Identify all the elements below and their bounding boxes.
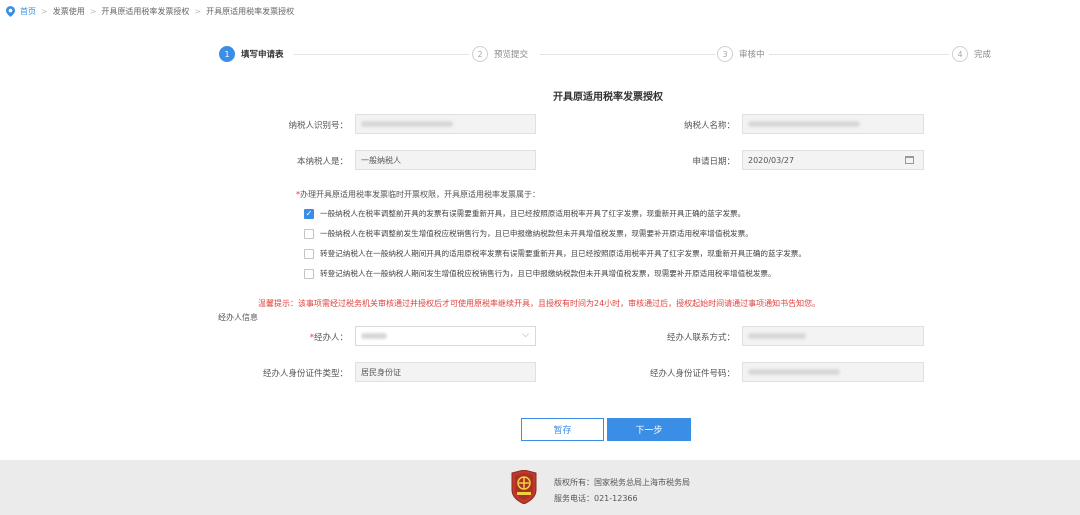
step-number: 2 bbox=[472, 46, 488, 62]
option-label: 一般纳税人在税率调整前开具的发票有误需要重新开具，且已经按照原适用税率开具了红字… bbox=[320, 209, 746, 218]
option-label: 转登记纳税人在一般纳税人期间开具的适用原税率发票有误需要重新开具，且已经按照原适… bbox=[320, 249, 806, 258]
taxpayer-id-label: 纳税人识别号： bbox=[288, 121, 348, 131]
breadcrumb-separator: > bbox=[41, 7, 48, 16]
option-item[interactable]: 一般纳税人在税率调整前发生增值税应税销售行为，且已申报缴纳税款但未开具增值税发票… bbox=[304, 228, 753, 239]
step-label: 完成 bbox=[974, 50, 992, 60]
agent-id-type-field[interactable]: 居民身份证 bbox=[355, 362, 536, 382]
breadcrumb-home-link[interactable]: 首页 bbox=[20, 6, 36, 17]
option-label: 转登记纳税人在一般纳税人期间发生增值税应税销售行为，且已申报缴纳税款但未开具增值… bbox=[320, 269, 776, 278]
step-connector bbox=[540, 54, 715, 55]
option-item[interactable]: 转登记纳税人在一般纳税人期间发生增值税应税销售行为，且已申报缴纳税款但未开具增值… bbox=[304, 268, 776, 279]
breadcrumb-authorization-link[interactable]: 开具原适用税率发票授权 bbox=[101, 6, 189, 17]
breadcrumb: 首页 > 发票使用 > 开具原适用税率发票授权 > 开具原适用税率发票授权 bbox=[6, 6, 294, 17]
step-number: 3 bbox=[717, 46, 733, 62]
chevron-down-icon[interactable]: ⌵ bbox=[522, 330, 529, 340]
question-text: 办理开具原适用税率发票临时开票权限，开具原适用税率发票属于： bbox=[300, 190, 540, 199]
step-label: 预览提交 bbox=[494, 50, 529, 60]
redacted-value bbox=[361, 333, 387, 339]
agent-select[interactable]: ⌵ bbox=[355, 326, 536, 346]
breadcrumb-separator: > bbox=[194, 7, 202, 16]
taxpayer-type-label: 本纳税人是： bbox=[296, 157, 348, 167]
taxpayer-name-field[interactable] bbox=[742, 114, 924, 134]
redacted-value bbox=[361, 121, 453, 127]
breadcrumb-separator: > bbox=[89, 7, 97, 16]
warning-notice: 温馨提示：该事项需经过税务机关审核通过并授权后才可使用原税率继续开具，且授权有时… bbox=[258, 299, 821, 308]
apply-date-field[interactable]: 2020/03/27 bbox=[742, 150, 924, 170]
checkbox-checked-icon[interactable]: ✓ bbox=[304, 208, 314, 219]
option-label: 一般纳税人在税率调整前发生增值税应税销售行为，且已申报缴纳税款但未开具增值税发票… bbox=[320, 229, 753, 238]
option-item[interactable]: ✓ 一般纳税人在税率调整前开具的发票有误需要重新开具，且已经按照原适用税率开具了… bbox=[304, 208, 745, 219]
save-draft-button[interactable]: 暂存 bbox=[521, 418, 604, 441]
step-label: 填写申请表 bbox=[241, 50, 284, 60]
tax-bureau-emblem-icon bbox=[511, 470, 537, 504]
footer-copyright: 版权所有：国家税务总局上海市税务局 bbox=[554, 478, 690, 487]
agent-label-text: 经办人： bbox=[313, 333, 348, 343]
step-fill-form: 1 填写申请表 bbox=[219, 46, 284, 62]
step-number: 4 bbox=[952, 46, 968, 62]
step-label: 审核中 bbox=[739, 50, 765, 60]
agent-contact-label: 经办人联系方式： bbox=[666, 333, 735, 343]
authorization-question: *办理开具原适用税率发票临时开票权限，开具原适用税率发票属于： bbox=[296, 189, 540, 200]
agent-id-number-label: 经办人身份证件号码： bbox=[649, 369, 735, 379]
page-footer: 版权所有：国家税务总局上海市税务局 服务电话：021-12366 bbox=[0, 460, 1080, 515]
option-item[interactable]: 转登记纳税人在一般纳税人期间开具的适用原税率发票有误需要重新开具，且已经按照原适… bbox=[304, 248, 806, 259]
step-reviewing: 3 审核中 bbox=[717, 46, 765, 62]
footer-phone: 服务电话：021-12366 bbox=[554, 494, 638, 503]
redacted-value bbox=[748, 333, 806, 339]
agent-id-type-label: 经办人身份证件类型： bbox=[262, 369, 348, 379]
location-pin-icon bbox=[6, 6, 15, 17]
checkbox-icon[interactable] bbox=[304, 248, 314, 259]
step-connector bbox=[294, 54, 469, 55]
breadcrumb-current-page: 开具原适用税率发票授权 bbox=[206, 7, 295, 16]
taxpayer-type-field[interactable]: 一般纳税人 bbox=[355, 150, 536, 170]
checkbox-icon[interactable] bbox=[304, 268, 314, 279]
next-step-button[interactable]: 下一步 bbox=[607, 418, 691, 441]
form-title: 开具原适用税率发票授权 bbox=[553, 92, 663, 103]
calendar-icon[interactable] bbox=[905, 156, 914, 164]
breadcrumb-invoice-use-link[interactable]: 发票使用 bbox=[53, 6, 85, 17]
taxpayer-name-label: 纳税人名称： bbox=[683, 121, 735, 131]
apply-date-label: 申请日期： bbox=[692, 157, 735, 167]
progress-steps: 1 填写申请表 2 预览提交 3 审核中 4 完成 bbox=[219, 46, 999, 64]
agent-id-number-field[interactable] bbox=[742, 362, 924, 382]
step-preview-submit: 2 预览提交 bbox=[472, 46, 528, 62]
agent-label: *经办人： bbox=[310, 331, 348, 343]
redacted-value bbox=[748, 369, 840, 375]
checkbox-icon[interactable] bbox=[304, 228, 314, 239]
apply-date-value: 2020/03/27 bbox=[748, 155, 795, 165]
step-complete: 4 完成 bbox=[952, 46, 991, 62]
taxpayer-id-field[interactable] bbox=[355, 114, 536, 134]
agent-contact-field[interactable] bbox=[742, 326, 924, 346]
redacted-value bbox=[748, 121, 860, 127]
agent-section-title: 经办人信息 bbox=[218, 313, 258, 322]
step-number: 1 bbox=[219, 46, 235, 62]
step-connector bbox=[769, 54, 949, 55]
